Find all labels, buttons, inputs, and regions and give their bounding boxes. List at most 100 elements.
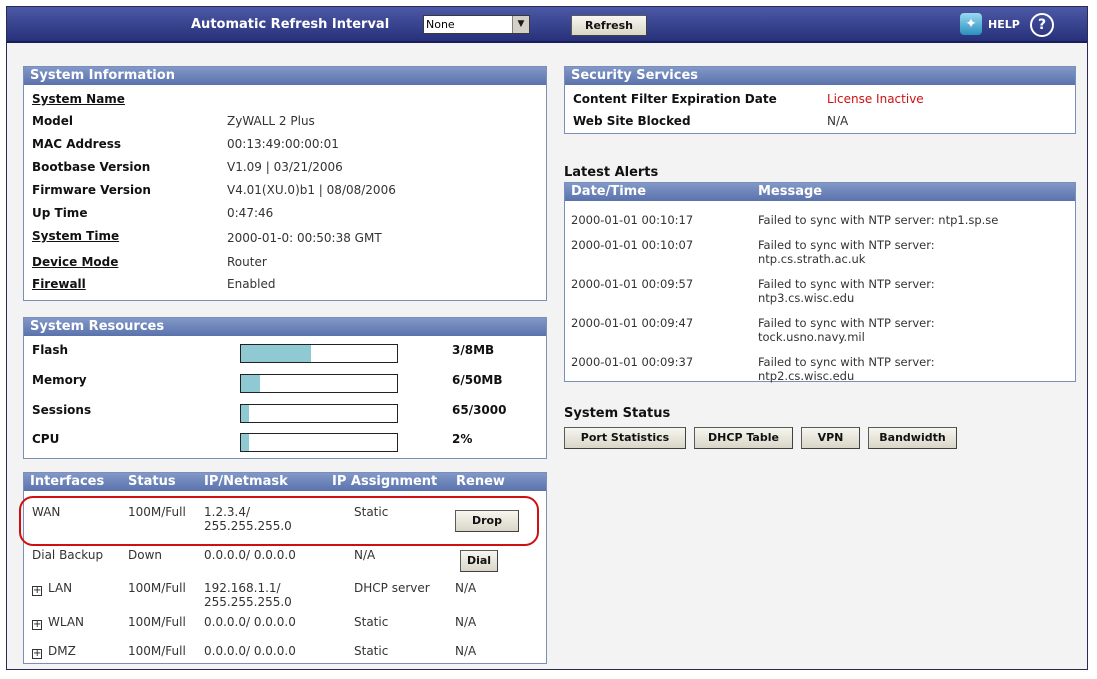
wizard-icon[interactable]: ✦ (960, 13, 982, 35)
col-ip-assignment: IP Assignment (332, 474, 438, 489)
interface-assignment: N/A (354, 548, 376, 562)
flash-label: Flash (32, 343, 69, 357)
interface-assignment: Static (354, 644, 389, 658)
sessions-value: 65/3000 (452, 403, 507, 417)
alert-time: 2000-01-01 00:10:17 (571, 213, 694, 227)
interface-status: 100M/Full (128, 615, 186, 629)
interface-renew: N/A (455, 615, 477, 629)
interface-ip: 0.0.0.0/ 0.0.0.0 (204, 548, 296, 562)
col-date-time: Date/Time (571, 184, 647, 199)
interface-status: 100M/Full (128, 644, 186, 658)
content-filter-value: License Inactive (827, 92, 924, 106)
system-time-link[interactable]: System Time (32, 229, 119, 243)
interface-assignment: DHCP server (354, 581, 430, 595)
help-question-icon[interactable]: ? (1030, 13, 1054, 37)
refresh-button[interactable]: Refresh (571, 15, 647, 36)
main-frame: Automatic Refresh Interval None ▼ Refres… (6, 6, 1088, 670)
system-time-value: 2000-01-0: 00:50:38 GMT (227, 231, 382, 245)
up-time-value: 0:47:46 (227, 206, 274, 220)
cpu-usage-bar (240, 433, 398, 452)
interface-name: LAN (48, 581, 73, 595)
wan-highlight-outline (19, 496, 539, 546)
alert-time: 2000-01-01 00:09:37 (571, 355, 694, 369)
up-time-label: Up Time (32, 206, 88, 220)
alert-message: Failed to sync with NTP server: ntp1.sp.… (758, 213, 999, 227)
cpu-value: 2% (452, 432, 473, 446)
interfaces-header-row: Interfaces Status IP/Netmask IP Assignme… (24, 473, 546, 491)
bandwidth-button[interactable]: Bandwidth (868, 427, 957, 449)
refresh-interval-label: Automatic Refresh Interval (191, 17, 390, 32)
alerts-header-row: Date/Time Message (565, 183, 1075, 201)
interface-mask: 255.255.255.0 (204, 595, 292, 609)
memory-value: 6/50MB (452, 373, 503, 387)
alert-message-cont: ntp2.cs.wisc.edu (758, 369, 855, 383)
alert-message: Failed to sync with NTP server: (758, 277, 935, 291)
interface-name: Dial Backup (32, 548, 104, 562)
interface-renew: N/A (455, 581, 477, 595)
interface-assignment: Static (354, 615, 389, 629)
dial-button[interactable]: Dial (460, 550, 498, 572)
expand-plus-icon[interactable]: + (32, 620, 42, 630)
web-site-blocked-label: Web Site Blocked (573, 114, 691, 128)
system-information-panel: System Information System Name Model ZyW… (23, 66, 547, 301)
chevron-down-icon: ▼ (512, 16, 529, 33)
alert-time: 2000-01-01 00:10:07 (571, 238, 694, 252)
alert-message: Failed to sync with NTP server: (758, 238, 935, 252)
firewall-value: Enabled (227, 277, 276, 291)
cpu-label: CPU (32, 432, 60, 446)
memory-usage-bar (240, 374, 398, 393)
alert-message: Failed to sync with NTP server: (758, 355, 935, 369)
interface-ip: 192.168.1.1/ (204, 581, 281, 595)
system-resources-panel: System Resources Flash 3/8MB Memory 6/50… (23, 317, 547, 459)
firmware-version-label: Firmware Version (32, 183, 151, 197)
web-site-blocked-value: N/A (827, 114, 849, 128)
latest-alerts-panel: Date/Time Message 2000-01-01 00:10:17 Fa… (564, 182, 1076, 383)
vpn-button[interactable]: VPN (801, 427, 860, 449)
system-status-title: System Status (564, 406, 671, 421)
firewall-link[interactable]: Firewall (32, 277, 86, 291)
col-status: Status (128, 474, 176, 489)
sessions-label: Sessions (32, 403, 92, 417)
model-value: ZyWALL 2 Plus (227, 114, 315, 128)
dhcp-table-button[interactable]: DHCP Table (694, 427, 793, 449)
memory-label: Memory (32, 373, 87, 387)
expand-plus-icon[interactable]: + (32, 649, 42, 659)
device-mode-link[interactable]: Device Mode (32, 255, 118, 269)
alert-time: 2000-01-01 00:09:57 (571, 277, 694, 291)
interface-status: Down (128, 548, 163, 562)
interface-status: 100M/Full (128, 581, 186, 595)
interface-renew: N/A (455, 644, 477, 658)
alert-message-cont: tock.usno.navy.mil (758, 330, 865, 344)
col-ip-netmask: IP/Netmask (204, 474, 288, 489)
refresh-interval-select[interactable]: None ▼ (423, 15, 530, 34)
col-message: Message (758, 184, 823, 199)
col-renew: Renew (456, 474, 505, 489)
alert-message: Failed to sync with NTP server: (758, 316, 935, 330)
latest-alerts-title: Latest Alerts (564, 165, 659, 180)
system-information-title: System Information (24, 67, 546, 85)
device-mode-value: Router (227, 255, 267, 269)
system-resources-title: System Resources (24, 318, 546, 336)
flash-usage-bar (240, 344, 398, 363)
alert-time: 2000-01-01 00:09:47 (571, 316, 694, 330)
top-toolbar: Automatic Refresh Interval None ▼ Refres… (7, 7, 1087, 43)
security-services-panel: Security Services Content Filter Expirat… (564, 66, 1076, 134)
system-name-link[interactable]: System Name (32, 92, 125, 106)
interface-name: WLAN (48, 615, 85, 629)
bootbase-version-label: Bootbase Version (32, 160, 151, 174)
col-interfaces: Interfaces (30, 474, 105, 489)
mac-address-value: 00:13:49:00:00:01 (227, 137, 339, 151)
refresh-interval-value: None (426, 18, 455, 31)
model-label: Model (32, 114, 74, 128)
content-filter-label: Content Filter Expiration Date (573, 92, 777, 106)
help-label[interactable]: HELP (988, 18, 1020, 31)
port-statistics-button[interactable]: Port Statistics (564, 427, 686, 449)
mac-address-label: MAC Address (32, 137, 122, 151)
expand-plus-icon[interactable]: + (32, 586, 42, 596)
interface-name: DMZ (48, 644, 76, 658)
alert-message-cont: ntp3.cs.wisc.edu (758, 291, 855, 305)
firmware-version-value: V4.01(XU.0)b1 | 08/08/2006 (227, 183, 396, 197)
interface-ip: 0.0.0.0/ 0.0.0.0 (204, 615, 296, 629)
bootbase-version-value: V1.09 | 03/21/2006 (227, 160, 343, 174)
security-services-title: Security Services (565, 67, 1075, 85)
